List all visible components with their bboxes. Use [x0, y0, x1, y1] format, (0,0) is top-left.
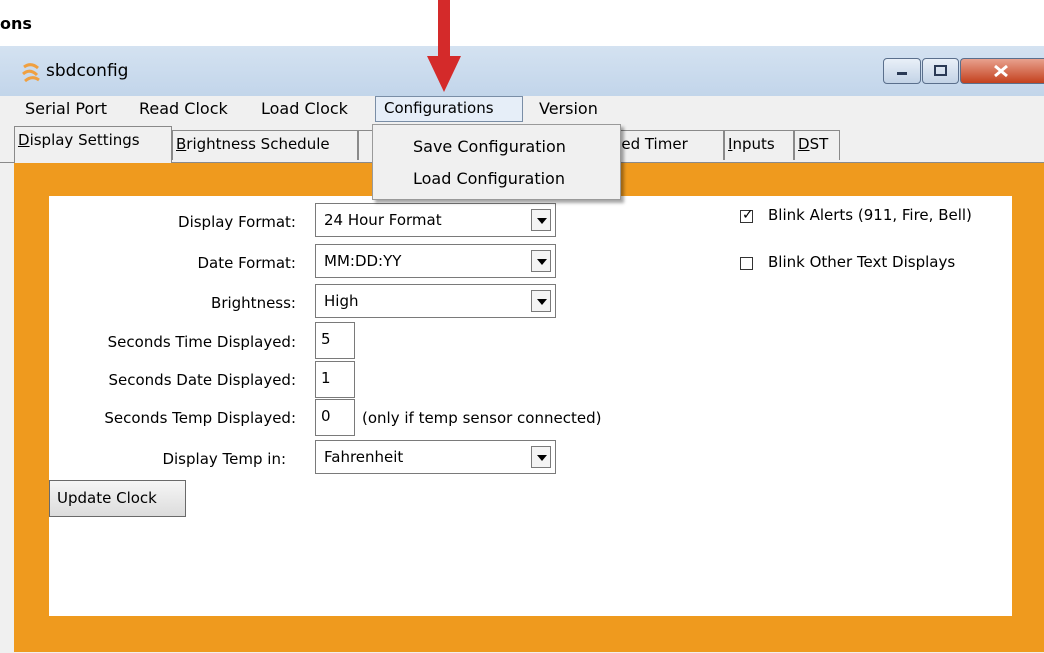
checkmark-icon: ✓: [742, 207, 754, 223]
chevron-down-icon[interactable]: [531, 250, 551, 272]
window-title: sbdconfig: [46, 61, 129, 81]
seconds-temp-value: 0: [321, 407, 331, 425]
seconds-date-label: Seconds Date Displayed:: [108, 371, 297, 389]
tab-label: ST: [809, 135, 829, 153]
seconds-temp-label: Seconds Temp Displayed:: [104, 409, 296, 427]
date-format-label: Date Format:: [197, 254, 296, 272]
save-configuration-item[interactable]: Save Configuration: [413, 137, 566, 156]
close-icon: [994, 64, 1008, 78]
menu-version[interactable]: Version: [539, 99, 598, 118]
chevron-down-icon[interactable]: [531, 290, 551, 312]
blink-other-checkbox[interactable]: [740, 257, 753, 270]
tab-inputs[interactable]: Inputs: [724, 130, 794, 160]
maximize-icon: [934, 65, 947, 76]
seconds-date-input[interactable]: 1: [315, 361, 355, 398]
menu-serial-port[interactable]: Serial Port: [25, 99, 107, 118]
tab-mnemonic: D: [18, 131, 30, 149]
annotation-arrow-icon: [427, 0, 461, 92]
tab-mnemonic: D: [798, 135, 810, 153]
brightness-select[interactable]: High: [315, 284, 556, 318]
menu-configurations[interactable]: Configurations: [375, 96, 523, 122]
chevron-down-icon[interactable]: [531, 209, 551, 231]
close-button[interactable]: [960, 58, 1044, 84]
minimize-icon: [897, 72, 907, 75]
brightness-label: Brightness:: [211, 294, 296, 312]
seconds-time-value: 5: [321, 330, 331, 348]
temp-unit-select[interactable]: Fahrenheit: [315, 440, 556, 474]
brightness-value: High: [324, 292, 359, 310]
seconds-date-value: 1: [321, 369, 331, 387]
tab-brightness-schedule[interactable]: Brightness Schedule: [172, 130, 358, 160]
display-format-select[interactable]: 24 Hour Format: [315, 203, 556, 237]
chevron-down-icon[interactable]: [531, 446, 551, 468]
seconds-time-label: Seconds Time Displayed:: [107, 333, 296, 351]
tab-mnemonic: B: [176, 135, 187, 153]
blink-other-label: Blink Other Text Displays: [768, 253, 956, 271]
temp-unit-value: Fahrenheit: [324, 448, 404, 466]
update-clock-button[interactable]: Update Clock: [49, 480, 186, 517]
blink-alerts-label: Blink Alerts (911, Fire, Bell): [768, 206, 972, 224]
menu-read-clock[interactable]: Read Clock: [139, 99, 228, 118]
update-clock-label: Update Clock: [57, 489, 157, 507]
tab-label: isplay Settings: [29, 131, 140, 149]
maximize-button[interactable]: [922, 58, 959, 84]
display-format-label: Display Format:: [178, 213, 296, 231]
temp-unit-label: Display Temp in:: [162, 450, 286, 468]
tab-dst[interactable]: DST: [794, 130, 840, 160]
menu-configurations-label: Configurations: [384, 99, 494, 117]
tab-display-settings[interactable]: Display Settings: [14, 126, 172, 163]
temp-sensor-note: (only if temp sensor connected): [362, 409, 602, 427]
tab-label: rightness Schedule: [186, 135, 330, 153]
blink-alerts-checkbox[interactable]: ✓: [740, 207, 754, 223]
seconds-temp-input[interactable]: 0: [315, 399, 355, 436]
menu-load-clock[interactable]: Load Clock: [261, 99, 348, 118]
configurations-dropdown: Save Configuration Load Configuration: [372, 124, 621, 200]
display-format-value: 24 Hour Format: [324, 211, 442, 229]
page-heading-fragment: ons: [0, 14, 32, 33]
minimize-button[interactable]: [883, 58, 921, 84]
load-configuration-item[interactable]: Load Configuration: [413, 169, 565, 188]
app-logo-icon: [22, 63, 40, 83]
date-format-select[interactable]: MM:DD:YY: [315, 244, 556, 278]
tab-label: nputs: [732, 135, 775, 153]
seconds-time-input[interactable]: 5: [315, 322, 355, 359]
date-format-value: MM:DD:YY: [324, 252, 402, 270]
